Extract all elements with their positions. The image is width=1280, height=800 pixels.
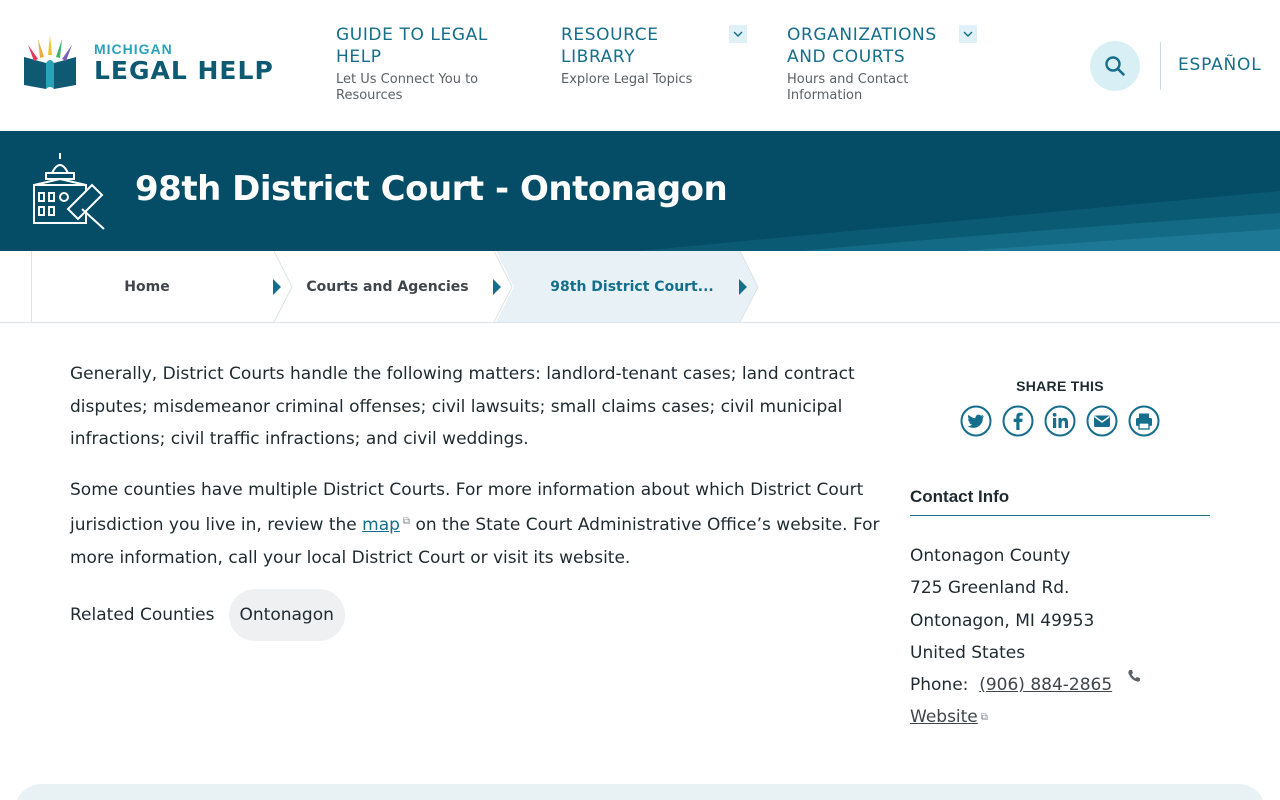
nav-resource-library[interactable]: RESOURCE LIBRARY Explore Legal Topics [561,24,731,88]
phone-label: Phone: [910,675,969,696]
logo-small-text: MICHIGAN [94,40,173,57]
address-line: United States [910,642,1026,663]
main-content: Generally, District Courts handle the fo… [70,358,900,574]
footer-top-panel [14,784,1266,800]
address-line: 725 Greenland Rd. [910,578,1070,599]
external-link-icon: ⧉ [980,712,988,724]
intro-paragraph: Generally, District Courts handle the fo… [70,364,855,449]
nav-title: RESOURCE LIBRARY [561,25,659,67]
nav-divider [1160,42,1161,90]
nav-subtitle: Explore Legal Topics [561,72,693,87]
map-link[interactable]: map [362,515,400,535]
phone-line: Phone: (906) 884-2865 [910,669,1112,701]
nav-subtitle: Hours and Contact Information [787,72,909,103]
linkedin-icon[interactable] [1044,405,1076,437]
phone-link[interactable]: (906) 884-2865 [979,675,1112,695]
external-link-icon: ⧉ [402,516,411,527]
related-counties: Related Counties Ontonagon [70,589,345,641]
facebook-icon[interactable] [1002,405,1034,437]
organizations-dropdown-toggle[interactable] [959,25,977,43]
contact-info-title: Contact Info [910,487,1010,506]
book-logo-icon [24,35,76,89]
breadcrumb-label: Home [124,278,170,295]
logo-wordmark: MICHIGAN LEGAL HELP [94,42,274,83]
chevron-down-icon [733,31,743,37]
breadcrumb-current[interactable]: 98th District Court... [500,251,764,322]
breadcrumb: Home Courts and Agencies 98th District C… [0,251,1280,323]
contact-details: Ontonagon County 725 Greenland Rd. Onton… [910,540,1112,735]
breadcrumb-label: Courts and Agencies [306,278,469,295]
contact-divider [910,515,1210,516]
logo-big-text: LEGAL HELP [94,55,274,85]
page-banner: 98th District Court - Ontonagon [0,131,1280,251]
breadcrumb-home[interactable]: Home [32,251,262,322]
address-line: Ontonagon County [910,546,1071,566]
share-title: SHARE THIS [1016,378,1104,394]
twitter-icon[interactable] [960,405,992,437]
nav-title: GUIDE TO LEGAL HELP [336,25,488,67]
related-counties-label: Related Counties [70,605,215,625]
site-header: MICHIGAN LEGAL HELP GUIDE TO LEGAL HELP … [0,0,1280,131]
search-button[interactable] [1090,41,1140,91]
caret-right-icon [739,279,747,295]
site-logo[interactable]: MICHIGAN LEGAL HELP [20,34,305,90]
email-icon[interactable] [1086,405,1118,437]
share-buttons [960,405,1160,437]
website-link[interactable]: Website [910,707,978,727]
website-line: Website ⧉ [910,701,1112,734]
nav-organizations-and-courts[interactable]: ORGANIZATIONS AND COURTS Hours and Conta… [787,24,957,104]
breadcrumb-courts-and-agencies[interactable]: Courts and Agencies [280,251,495,322]
jurisdiction-paragraph: Some counties have multiple District Cou… [70,474,900,575]
nav-subtitle: Let Us Connect You to Resources [336,72,479,103]
phone-icon [1128,670,1140,682]
address-line: Ontonagon, MI 49953 [910,610,1095,631]
language-toggle[interactable]: ESPAÑOL [1178,55,1262,75]
resource-library-dropdown-toggle[interactable] [729,25,747,43]
breadcrumb-label: 98th District Court... [550,278,714,295]
courthouse-gavel-icon [33,153,105,230]
nav-title: ORGANIZATIONS AND COURTS [787,25,937,67]
county-chip[interactable]: Ontonagon [228,589,345,641]
nav-guide-to-legal-help[interactable]: GUIDE TO LEGAL HELP Let Us Connect You t… [336,24,536,104]
print-icon[interactable] [1128,405,1160,437]
page-title: 98th District Court - Ontonagon [135,169,728,209]
chevron-down-icon [963,31,973,37]
search-icon [1105,56,1125,76]
